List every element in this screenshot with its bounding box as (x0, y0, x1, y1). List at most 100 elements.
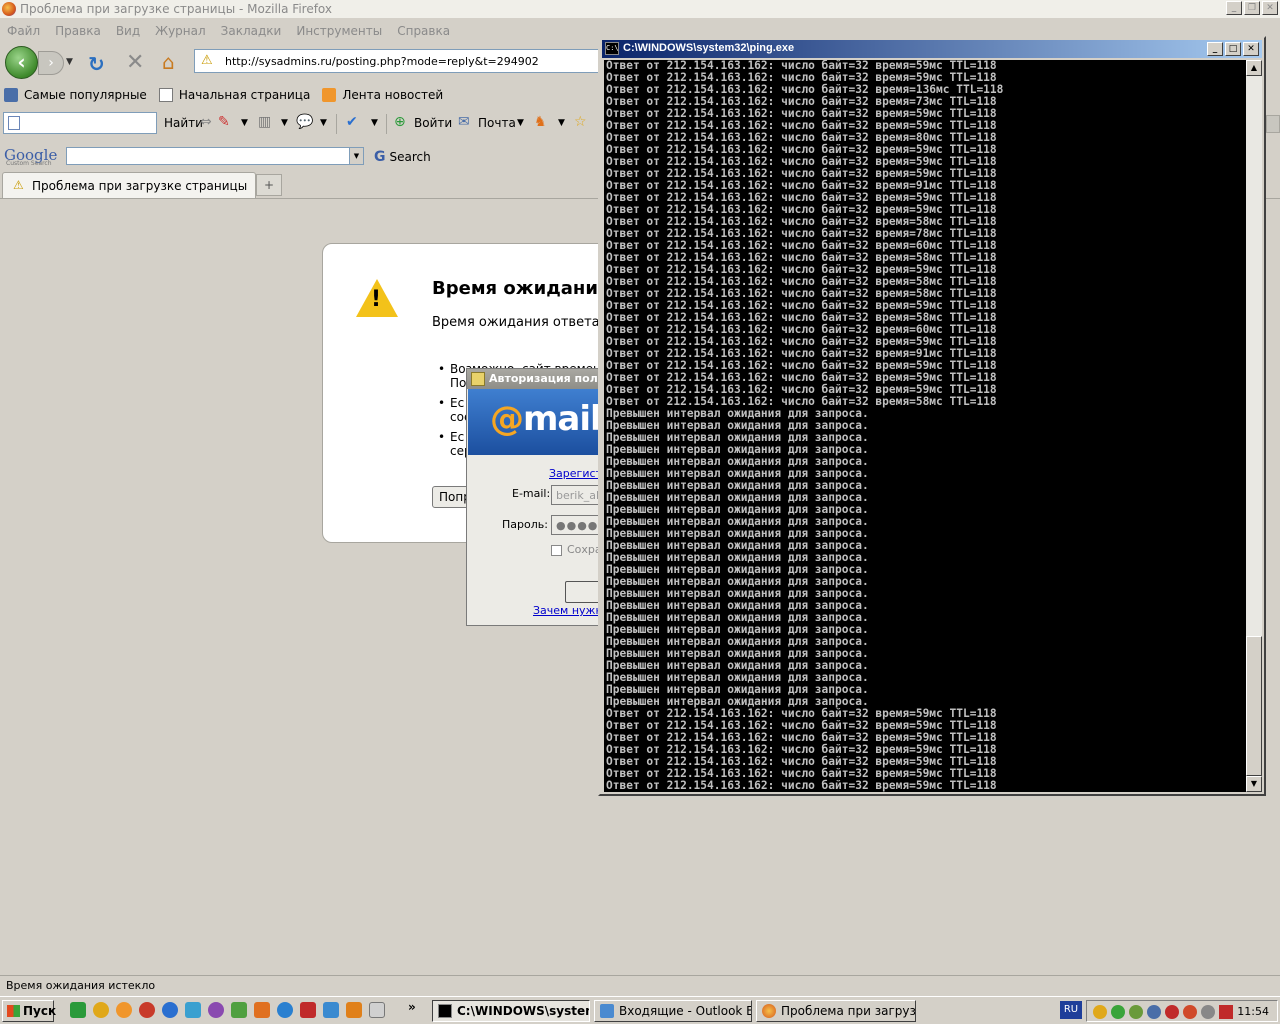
console-output[interactable]: Ответ от 212.154.163.162: число байт=32 … (604, 60, 1246, 792)
bookmark-label: Начальная страница (178, 88, 311, 102)
chevron-down-icon[interactable]: ▼ (349, 148, 363, 164)
task-cmd[interactable]: C:\WINDOWS\system... (432, 1000, 590, 1022)
google-search-button[interactable]: G Search (374, 149, 431, 165)
menu-file[interactable]: Файл (0, 21, 48, 41)
error-subtitle: Время ожидания ответа с (432, 315, 611, 330)
menu-help[interactable]: Справка (390, 21, 458, 41)
quicklaunch-opera-icon[interactable] (139, 1002, 155, 1018)
find-button[interactable]: Найти (164, 116, 203, 130)
dropdown-icon[interactable]: ▼ (320, 118, 327, 128)
bookmark-label: Лента новостей (342, 88, 444, 102)
toolbar-overflow-handle[interactable] (1266, 115, 1280, 133)
minimize-button[interactable]: _ (1226, 1, 1242, 15)
rss-icon (322, 88, 337, 102)
quicklaunch-icon-13[interactable] (346, 1002, 362, 1018)
bookmark-start-page[interactable]: Начальная страница (155, 84, 319, 104)
quicklaunch-icon-11[interactable] (300, 1002, 316, 1018)
bookmark-label: Самые популярные (24, 88, 147, 102)
chat-icon[interactable]: 💬 (296, 114, 313, 130)
signal-icon[interactable]: ▥ (258, 114, 271, 130)
bookmark-most-visited[interactable]: Самые популярные (0, 84, 155, 104)
language-indicator[interactable]: RU (1060, 1001, 1082, 1019)
reload-icon[interactable]: ↻ (88, 52, 105, 76)
close-button[interactable]: ✕ (1262, 1, 1278, 15)
menu-view[interactable]: Вид (109, 21, 148, 41)
dropdown-icon[interactable]: ▼ (558, 118, 565, 128)
tray-icon-7[interactable] (1201, 1005, 1215, 1019)
menu-bookmarks[interactable]: Закладки (214, 21, 290, 41)
menu-history[interactable]: Журнал (148, 21, 214, 41)
scroll-down-icon[interactable]: ▼ (1246, 776, 1262, 792)
quicklaunch-icon-7[interactable] (208, 1002, 224, 1018)
dropdown-icon[interactable]: ▼ (281, 118, 288, 128)
tray-shield-icon[interactable] (1165, 1005, 1179, 1019)
quicklaunch-icon-1[interactable] (70, 1002, 86, 1018)
mailru-search-input[interactable] (3, 112, 157, 134)
dropdown-icon[interactable]: ▼ (241, 118, 248, 128)
clock: 11:54 (1237, 1005, 1269, 1018)
new-tab-button[interactable]: + (256, 174, 282, 196)
tray-icon-8[interactable] (1219, 1005, 1233, 1019)
quicklaunch-mailru-icon[interactable] (116, 1002, 132, 1018)
back-button[interactable]: ‹ (5, 46, 38, 79)
tab-error-page[interactable]: ⚠ Проблема при загрузке страницы (2, 172, 256, 198)
forward-button[interactable]: › (38, 51, 64, 75)
toolbar-separator (386, 114, 387, 134)
dropdown-icon[interactable]: ▼ (517, 118, 524, 128)
quicklaunch-icon-9[interactable] (254, 1002, 270, 1018)
quicklaunch-icon-6[interactable] (185, 1002, 201, 1018)
cmd-minimize-button[interactable]: _ (1207, 42, 1223, 56)
start-button[interactable]: Пуск (2, 1000, 56, 1022)
quicklaunch-media-icon[interactable] (162, 1002, 178, 1018)
google-search-label: Search (389, 150, 431, 164)
history-dropdown-icon[interactable]: ▼ (66, 57, 73, 67)
expand-icon[interactable]: ⇔ (200, 114, 212, 130)
menu-edit[interactable]: Правка (48, 21, 109, 41)
tray-icon-6[interactable] (1183, 1005, 1197, 1019)
quicklaunch-icon-2[interactable] (93, 1002, 109, 1018)
quicklaunch-more-button[interactable]: » (408, 1000, 416, 1014)
quicklaunch-icon-12[interactable] (323, 1002, 339, 1018)
cmd-close-button[interactable]: ✕ (1243, 42, 1259, 56)
system-tray: 11:54 (1086, 1000, 1278, 1022)
error-title: Время ожидания (432, 278, 610, 299)
console-scrollbar[interactable]: ▲ ▼ (1246, 60, 1262, 792)
task-outlook[interactable]: Входящие - Outlook Exp... (594, 1000, 752, 1022)
menu-tools[interactable]: Инструменты (289, 21, 390, 41)
scroll-thumb[interactable] (1246, 636, 1262, 776)
bookmark-news-feed[interactable]: Лента новостей (318, 84, 451, 104)
quicklaunch-icon-8[interactable] (231, 1002, 247, 1018)
star-icon[interactable]: ☆ (574, 114, 587, 130)
marker-icon[interactable]: ✎ (218, 114, 230, 130)
quicklaunch-ie-icon[interactable] (277, 1002, 293, 1018)
password-label: Пароль: (502, 518, 548, 531)
google-search-input[interactable]: ▼ (66, 147, 364, 165)
games-icon[interactable]: ♞ (534, 114, 547, 130)
cmd-window-title: C:\WINDOWS\system32\ping.exe (623, 42, 795, 54)
windows-flag-icon (7, 1005, 20, 1017)
login-button[interactable]: Войти (414, 116, 452, 130)
home-icon[interactable]: ⌂ (162, 50, 175, 74)
task-label: Проблема при загрузке... (781, 1004, 916, 1018)
stop-icon[interactable]: ✕ (126, 50, 144, 75)
error-item-2-line1: Ес (450, 396, 465, 410)
remember-checkbox[interactable] (551, 545, 562, 556)
spellcheck-icon[interactable]: ✔ (346, 114, 358, 130)
mail-icon: ✉ (458, 114, 470, 130)
quicklaunch-icon-14[interactable] (369, 1002, 385, 1018)
mail-button[interactable]: Почта (478, 116, 516, 130)
tray-mailru-icon[interactable] (1093, 1005, 1107, 1019)
task-firefox[interactable]: Проблема при загрузке... (756, 1000, 916, 1022)
dropdown-icon[interactable]: ▼ (371, 118, 378, 128)
bullet-icon: • (438, 362, 446, 376)
tray-icon-3[interactable] (1129, 1005, 1143, 1019)
task-label: C:\WINDOWS\system... (457, 1004, 589, 1018)
tray-network-icon[interactable] (1111, 1005, 1125, 1019)
address-bar[interactable]: ⚠ http://sysadmins.ru/posting.php?mode=r… (194, 49, 614, 73)
restore-button[interactable]: ❐ (1244, 1, 1260, 15)
scroll-up-icon[interactable]: ▲ (1246, 60, 1262, 76)
firefox-icon (762, 1004, 776, 1018)
page-icon (158, 88, 173, 102)
cmd-maximize-button[interactable]: □ (1225, 42, 1241, 56)
tray-icon-4[interactable] (1147, 1005, 1161, 1019)
